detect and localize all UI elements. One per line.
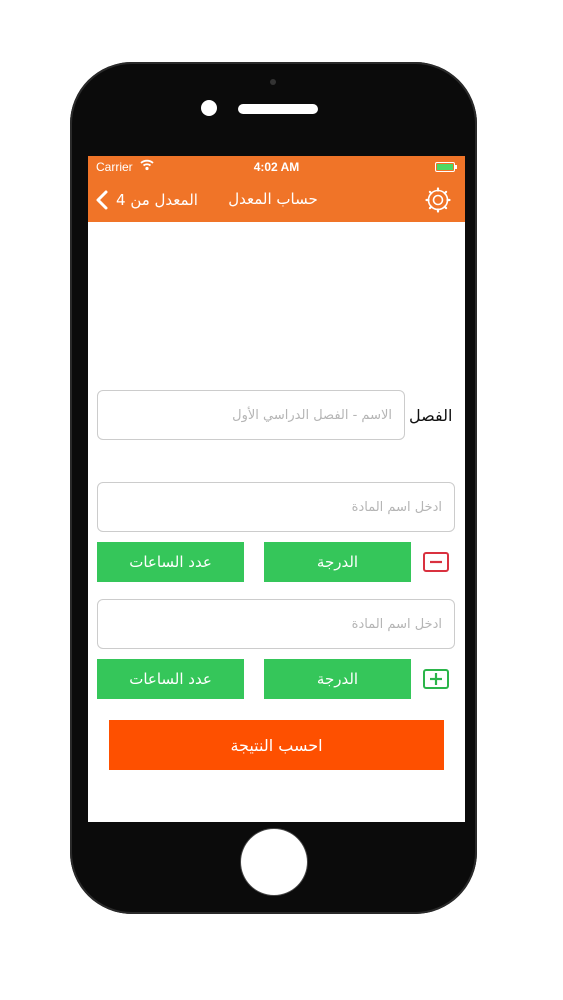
add-course-button[interactable] xyxy=(423,669,449,689)
battery-icon xyxy=(435,162,457,172)
grade-button[interactable]: الدرجة xyxy=(264,659,411,699)
semester-name-input[interactable]: الاسم - الفصل الدراسي الأول xyxy=(97,390,405,440)
minus-icon xyxy=(430,560,442,564)
status-time: 4:02 AM xyxy=(253,160,300,174)
course-name-input[interactable]: ادخل اسم المادة xyxy=(97,482,455,532)
calculate-result-button[interactable]: احسب النتيجة xyxy=(109,720,444,770)
back-button[interactable]: المعدل من 4 xyxy=(94,187,198,213)
semester-placeholder: الاسم - الفصل الدراسي الأول xyxy=(232,407,392,423)
gear-icon[interactable] xyxy=(425,187,451,213)
home-button[interactable] xyxy=(241,829,307,895)
front-camera xyxy=(201,100,217,116)
semester-label: الفصل xyxy=(409,406,453,425)
chevron-left-icon xyxy=(96,190,108,210)
navigation-bar: المعدل من 4 حساب المعدل xyxy=(88,178,465,222)
grade-button[interactable]: الدرجة xyxy=(264,542,411,582)
app-screen: Carrier 4:02 AM المعدل من 4 حساب المعدل xyxy=(88,156,465,822)
course-name-input[interactable]: ادخل اسم المادة xyxy=(97,599,455,649)
course-name-placeholder: ادخل اسم المادة xyxy=(351,499,442,515)
course-name-placeholder: ادخل اسم المادة xyxy=(351,616,442,632)
page-title: حساب المعدل xyxy=(228,190,318,208)
plus-icon xyxy=(430,673,442,685)
earpiece-speaker xyxy=(238,104,318,114)
hours-button[interactable]: عدد الساعات xyxy=(97,659,244,699)
status-bar: Carrier 4:02 AM xyxy=(88,156,465,178)
back-label: المعدل من 4 xyxy=(116,191,198,209)
remove-course-button[interactable] xyxy=(423,552,449,572)
hours-button[interactable]: عدد الساعات xyxy=(97,542,244,582)
sensor-dot xyxy=(270,79,276,85)
